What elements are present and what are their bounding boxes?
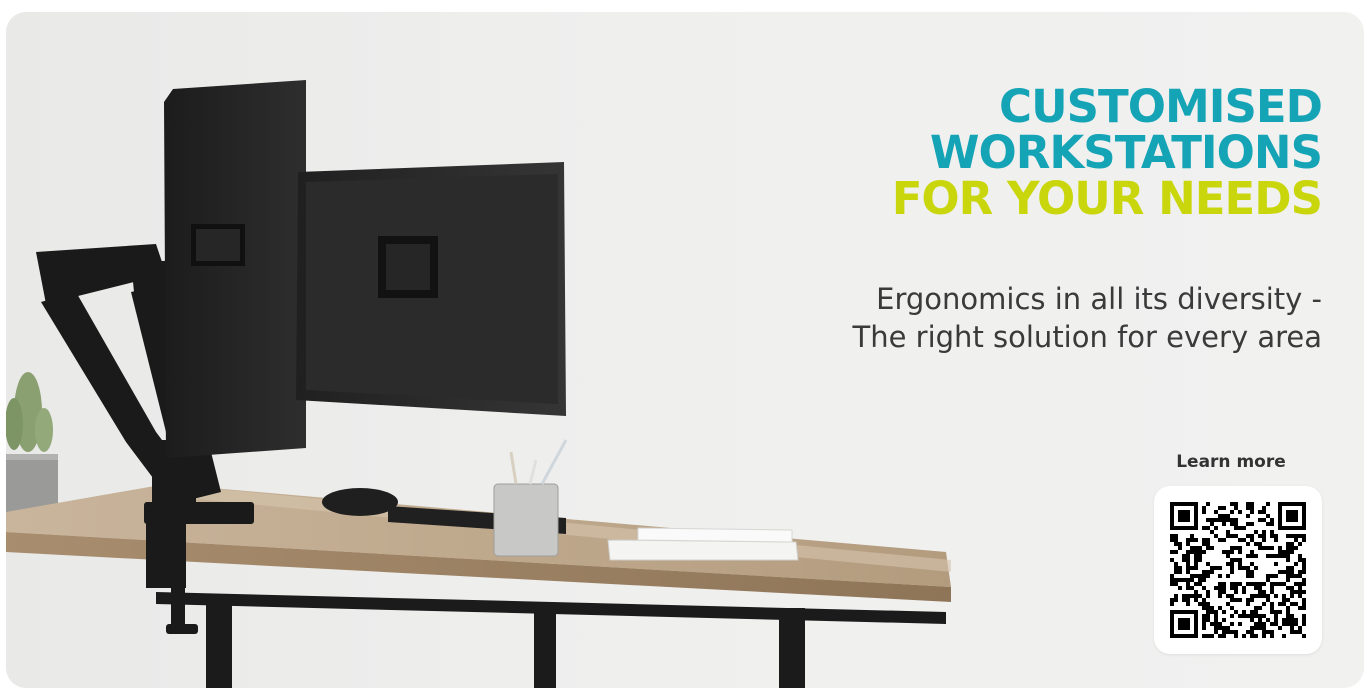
subtitle-line-2: The right solution for every area: [852, 320, 1322, 354]
qr-code-card[interactable]: [1154, 486, 1322, 654]
pencil-cup: [493, 439, 568, 557]
promo-banner: CUSTOMISED WORKSTATIONS FOR YOUR NEEDS E…: [6, 12, 1364, 688]
headline-line-1: CUSTOMISED: [999, 80, 1323, 133]
desk-frame: [156, 592, 946, 688]
plant: [6, 372, 58, 512]
headline-line-3: FOR YOUR NEEDS: [891, 172, 1323, 225]
qr-code-icon: [1170, 502, 1306, 638]
monitor-right: [296, 162, 566, 416]
subtitle-line-1: Ergonomics in all its diversity -: [876, 282, 1322, 316]
learn-more-link[interactable]: Learn more: [1166, 452, 1296, 472]
monitor-left: [164, 80, 306, 458]
mouse: [322, 488, 398, 516]
headline: CUSTOMISED WORKSTATIONS FOR YOUR NEEDS: [891, 80, 1323, 225]
headline-line-2: WORKSTATIONS: [929, 126, 1323, 179]
subtitle: Ergonomics in all its diversity - The ri…: [853, 280, 1322, 356]
